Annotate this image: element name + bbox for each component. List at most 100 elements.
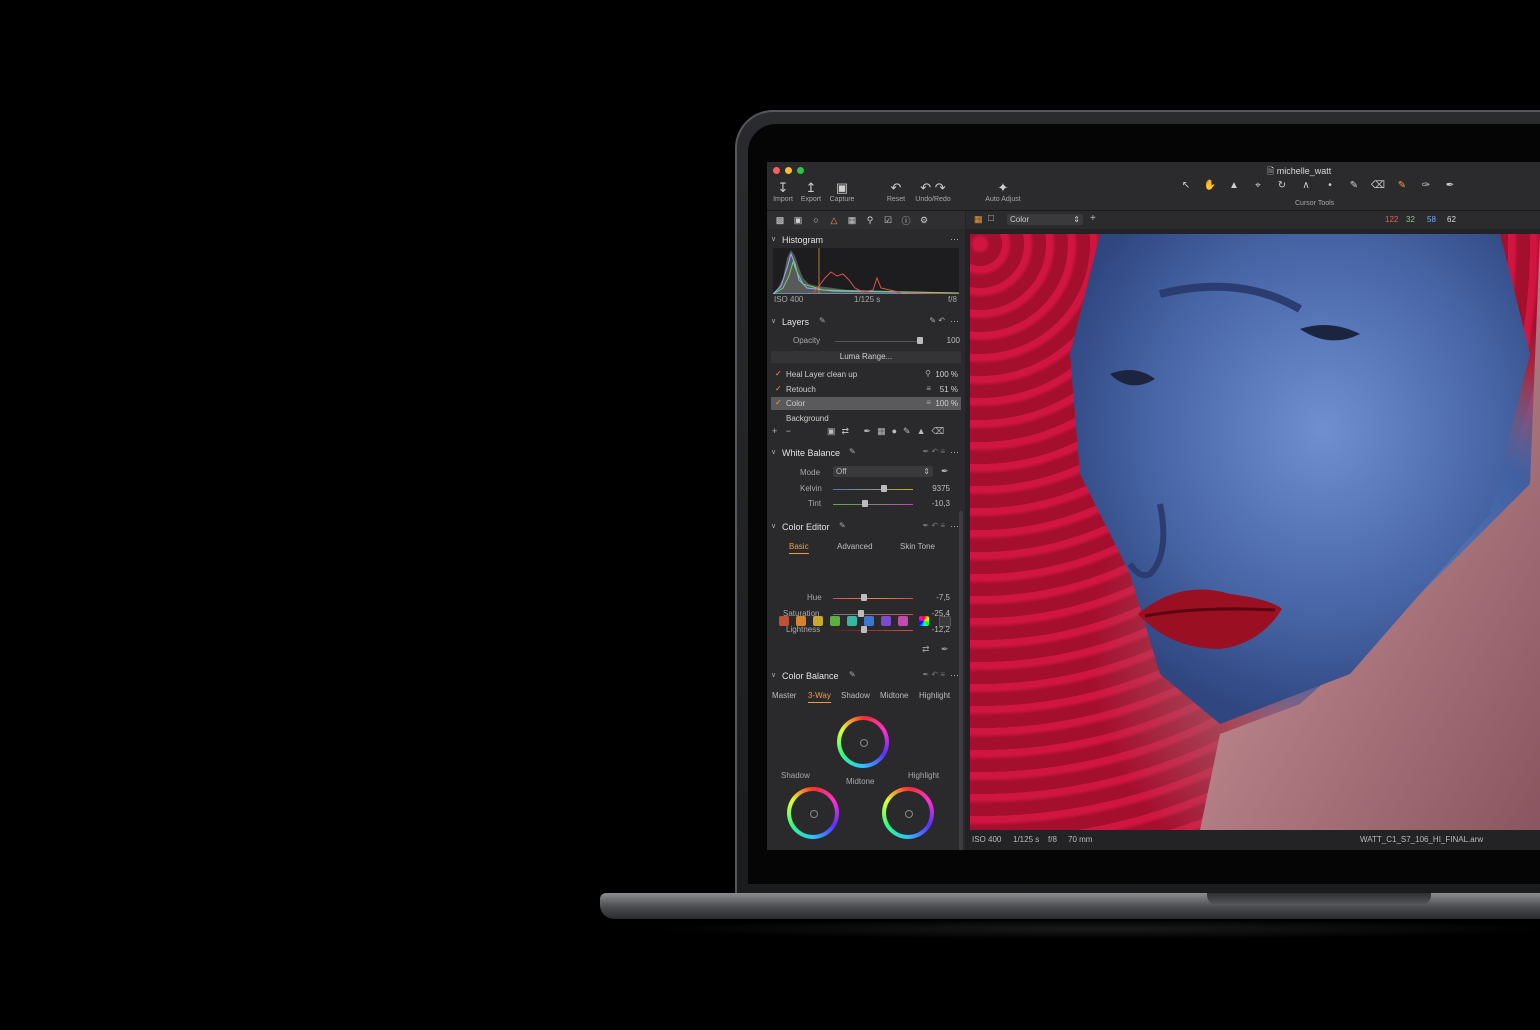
picker-cursor-icon[interactable]: ✑	[1417, 180, 1435, 196]
white-balance-header[interactable]: ∨ White Balance ✎ ✒ ↶ ≡ ⋯	[767, 447, 965, 461]
color-swatch[interactable]	[881, 616, 891, 626]
kelvin-slider-handle[interactable]	[881, 485, 887, 492]
eraser-cursor-icon[interactable]: ⌫	[1369, 180, 1387, 196]
photo-viewer[interactable]	[970, 234, 1540, 830]
undo-redo-button[interactable]: ↶ ↷ Undo/Redo	[912, 180, 954, 203]
edit-icon[interactable]: ✎	[819, 316, 826, 325]
lightness-slider[interactable]	[833, 630, 913, 631]
layer-tools-icons[interactable]: ▣⇄ ✒▦●✎▲⌫	[827, 426, 950, 437]
lightness-value[interactable]: -12,2	[921, 625, 950, 634]
rotate-cursor-icon[interactable]: ↻	[1273, 180, 1291, 196]
opacity-value[interactable]: 100	[932, 336, 960, 345]
color-editor-header[interactable]: ∨ Color Editor ✎ ✒ ↶ ≡ ⋯	[767, 521, 965, 535]
color-balance-header[interactable]: ∨ Color Balance ✎ ✒ ↶ ≡ ⋯	[767, 670, 965, 684]
remove-layer-icon[interactable]: −	[786, 426, 791, 436]
tab-basic[interactable]: Basic	[789, 542, 809, 554]
tab-advanced[interactable]: Advanced	[837, 542, 873, 551]
brush-cursor-icon[interactable]: ✎	[1345, 180, 1363, 196]
opacity-slider-handle[interactable]	[917, 337, 923, 344]
grid-view-icon[interactable]: ▦	[974, 214, 983, 225]
more-icon[interactable]: ⋯	[950, 234, 959, 245]
panel-scrollbar[interactable]	[959, 511, 963, 850]
color-swatch[interactable]	[847, 616, 857, 626]
edit-icon[interactable]: ✎	[839, 521, 846, 530]
adjustments-tab-icon[interactable]: ☑	[882, 215, 894, 226]
luma-range-button[interactable]: Luma Range...	[771, 351, 961, 363]
tab-midtone[interactable]: Midtone	[880, 691, 908, 700]
checkmark-icon[interactable]: ✓	[775, 369, 782, 378]
swap-icon[interactable]: ⇄	[922, 644, 930, 655]
crop-cursor-icon[interactable]: ⌖	[1249, 180, 1267, 196]
viewer-mode-select[interactable]: Color ⇕	[1007, 214, 1083, 225]
tab-shadow[interactable]: Shadow	[841, 691, 870, 700]
shadow-wheel-handle[interactable]	[810, 810, 818, 818]
tab-master[interactable]: Master	[772, 691, 796, 700]
details-tab-icon[interactable]: ⚲	[864, 215, 876, 226]
minimize-button[interactable]	[785, 167, 792, 174]
hue-value[interactable]: -7,5	[921, 593, 950, 602]
folder-tab-icon[interactable]: ▩	[774, 215, 786, 226]
auto-adjust-button[interactable]: ✦ Auto Adjust	[980, 180, 1026, 203]
tint-slider-handle[interactable]	[862, 500, 868, 507]
color-swatch[interactable]	[864, 616, 874, 626]
color-tab-icon[interactable]: △	[828, 215, 840, 226]
more-icon[interactable]: ⋯	[950, 521, 959, 532]
kelvin-value[interactable]: 9375	[919, 484, 950, 493]
mode-select[interactable]: Off ⇕	[833, 466, 933, 477]
export-button[interactable]: ↥ Export	[798, 180, 824, 203]
color-swatch[interactable]	[830, 616, 840, 626]
lightness-slider-handle[interactable]	[861, 626, 867, 633]
more-icon[interactable]: ⋯	[950, 447, 959, 458]
metadata-tab-icon[interactable]: ⓘ	[900, 214, 912, 227]
exposure-tab-icon[interactable]: ▦	[846, 215, 858, 226]
keystone-cursor-icon[interactable]: ∧	[1297, 180, 1315, 196]
settings-tab-icon[interactable]: ⚙	[918, 215, 930, 226]
midtone-wheel-handle[interactable]	[860, 739, 868, 747]
gradient-cursor-icon[interactable]: ✎	[1393, 180, 1411, 196]
color-swatch[interactable]	[898, 616, 908, 626]
crosshair-icon[interactable]: +	[1090, 213, 1096, 224]
edit-icon[interactable]: ✎	[849, 670, 856, 679]
kelvin-slider[interactable]	[833, 489, 913, 490]
eyedropper-icon[interactable]: ✒	[941, 466, 949, 477]
layer-row[interactable]: ✓ Retouch ≡ 51 %	[771, 383, 961, 396]
hue-slider[interactable]	[833, 598, 913, 599]
reset-button[interactable]: ↶ Reset	[884, 180, 908, 203]
section-tools-icon[interactable]: ✒ ↶ ≡	[922, 521, 945, 530]
checkmark-icon[interactable]: ✓	[775, 384, 782, 393]
saturation-slider-handle[interactable]	[858, 610, 864, 617]
histogram-header[interactable]: ∨ Histogram ⋯	[767, 234, 965, 248]
picker-icon[interactable]: ✒	[941, 644, 949, 655]
saturation-slider[interactable]	[833, 614, 913, 615]
opacity-slider[interactable]	[835, 341, 921, 342]
tab-skin-tone[interactable]: Skin Tone	[900, 542, 935, 551]
loupe-cursor-icon[interactable]: ▲	[1225, 180, 1243, 196]
lens-tab-icon[interactable]: ○	[810, 215, 822, 225]
more-icon[interactable]: ⋯	[950, 316, 959, 327]
layer-row[interactable]: ✓ Heal Layer clean up ⚲ 100 %	[771, 368, 961, 381]
layer-tools-icon[interactable]: ✎ ↶	[929, 316, 945, 325]
shadow-color-wheel[interactable]	[787, 787, 839, 839]
layer-row[interactable]: Background	[771, 412, 961, 425]
camera-tab-icon[interactable]: ▣	[792, 215, 804, 226]
select-cursor-icon[interactable]: ↖	[1177, 180, 1195, 196]
midtone-color-wheel[interactable]	[837, 716, 889, 768]
checkmark-icon[interactable]: ✓	[775, 398, 782, 407]
annotate-cursor-icon[interactable]: ✒	[1441, 180, 1459, 196]
layer-row-selected[interactable]: ✓ Color ≡ 100 %	[771, 397, 961, 410]
highlight-wheel-handle[interactable]	[905, 810, 913, 818]
hand-cursor-icon[interactable]: ✋	[1201, 180, 1219, 196]
section-tools-icon[interactable]: ✒ ↶ ≡	[922, 670, 945, 679]
section-tools-icon[interactable]: ✒ ↶ ≡	[922, 447, 945, 456]
more-icon[interactable]: ⋯	[950, 670, 959, 681]
zoom-button[interactable]	[797, 167, 804, 174]
layers-header[interactable]: ∨ Layers ✎ ✎ ↶ ⋯	[767, 316, 965, 330]
tab-3-way[interactable]: 3-Way	[808, 691, 831, 703]
edit-icon[interactable]: ✎	[849, 447, 856, 456]
saturation-value[interactable]: -25,4	[921, 609, 950, 618]
close-button[interactable]	[773, 167, 780, 174]
add-layer-icon[interactable]: +	[772, 426, 777, 436]
tint-value[interactable]: -10,3	[919, 499, 950, 508]
import-button[interactable]: ↧ Import	[771, 180, 795, 203]
spot-cursor-icon[interactable]: •	[1321, 180, 1339, 196]
